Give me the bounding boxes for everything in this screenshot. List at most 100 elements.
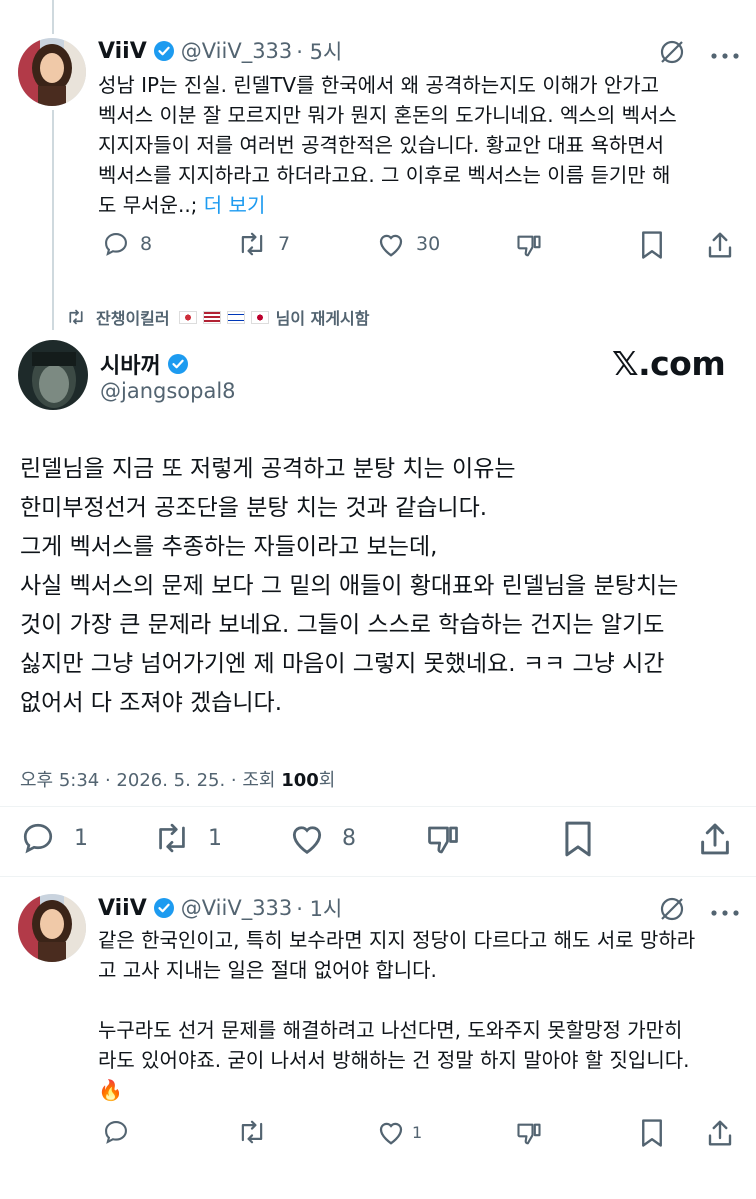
- repost-banner[interactable]: 잔챙이킬러 님이 재게시함: [66, 305, 370, 329]
- heart-icon: [379, 234, 403, 257]
- author-name[interactable]: ViiV: [98, 39, 147, 64]
- repost-icon: [241, 232, 263, 256]
- tweet-line: 사실 벡서스의 문제 보다 그 밑의 애들이 황대표와 린델님을 분탕치는: [20, 573, 679, 599]
- tweet-line: 그게 벡서스를 추종하는 자들이라고 보는데,: [20, 534, 438, 560]
- dislike-button[interactable]: [424, 822, 462, 858]
- like-count: 1: [412, 1122, 423, 1142]
- more-options-icon[interactable]: [710, 903, 740, 922]
- tweet-body: 같은 한국인이고, 특히 보수라면 지지 정당이 다르다고 해도 서로 망하라 …: [98, 925, 748, 1105]
- tweet-line: 성남 IP는 진실. 린델TV를 한국에서 왜 공격하는지도 이해가 안가고: [98, 73, 660, 97]
- share-icon: [701, 823, 729, 855]
- repost-icon: [241, 1120, 263, 1144]
- reply-button[interactable]: 1: [20, 820, 88, 856]
- post-time[interactable]: · 1시: [296, 893, 342, 923]
- reply-count: 1: [74, 825, 88, 851]
- avatar[interactable]: [18, 38, 86, 106]
- thumbs-down-icon: [428, 826, 458, 854]
- dislike-button[interactable]: [514, 232, 544, 260]
- bookmark-icon: [642, 231, 662, 259]
- bookmark-icon: [565, 821, 591, 857]
- heart-icon: [379, 1122, 403, 1145]
- reply-count: 8: [140, 233, 153, 255]
- repost-small-icon: [69, 309, 83, 325]
- tweet-line: 린델님을 지금 또 저렇게 공격하고 분탕 치는 이유는: [20, 456, 516, 482]
- tweet-author-row: ViiV @ViiV_333 · 1시: [98, 893, 342, 923]
- thumbs-down-icon: [517, 235, 541, 257]
- thread-line: [52, 110, 54, 330]
- divider: [0, 806, 756, 807]
- divider: [0, 876, 756, 877]
- tweet-line: [98, 985, 748, 1015]
- repost-button[interactable]: 7: [236, 230, 290, 258]
- avatar[interactable]: [18, 340, 88, 410]
- repost-button[interactable]: 1: [152, 820, 222, 856]
- author-handle[interactable]: @ViiV_333: [181, 39, 293, 63]
- reply-icon: [105, 233, 127, 256]
- reply-icon: [23, 823, 53, 854]
- author-handle[interactable]: @jangsopal8: [100, 379, 236, 403]
- tweet-line: 누구라도 선거 문제를 해결하려고 나선다면, 도와주지 못할망정 가만히: [98, 1018, 683, 1042]
- avatar[interactable]: [18, 894, 86, 962]
- thumbs-down-icon: [517, 1123, 541, 1145]
- reply-button[interactable]: 8: [102, 230, 152, 258]
- like-count: 30: [416, 233, 441, 255]
- x-com-logo: 𝕏.com: [612, 344, 726, 383]
- tweet-body: 린델님을 지금 또 저렇게 공격하고 분탕 치는 이유는 한미부정선거 공조단을…: [20, 450, 750, 723]
- heart-icon: [292, 826, 322, 854]
- tweet-line: 싫지만 그냥 넘어가기엔 제 마음이 그렇지 못했네요. ㅋㅋ 그냥 시간: [20, 651, 665, 677]
- verified-badge-icon: [153, 40, 175, 62]
- tweet-line: 한미부정선거 공조단을 분탕 치는 것과 같습니다.: [20, 495, 488, 521]
- tweet-line: 도 무서운..;: [98, 193, 198, 217]
- repost-count: 1: [208, 825, 222, 851]
- repost-count: 7: [278, 233, 291, 255]
- tweet-line: 고 고사 지내는 일은 절대 없어야 합니다.: [98, 958, 437, 982]
- author-handle[interactable]: @ViiV_333: [181, 896, 293, 920]
- verified-badge-icon: [167, 353, 189, 375]
- bookmark-button[interactable]: [639, 1118, 665, 1148]
- flag-usa-icon: [202, 310, 221, 324]
- repost-suffix: 님이 재게시함: [275, 309, 370, 328]
- reply-icon: [105, 1121, 127, 1144]
- share-button[interactable]: [706, 230, 734, 260]
- like-button[interactable]: 30: [376, 230, 440, 258]
- reply-button[interactable]: [102, 1118, 130, 1146]
- repost-button[interactable]: [236, 1118, 268, 1146]
- like-button[interactable]: 8: [288, 820, 356, 856]
- author-name[interactable]: 시바꺼: [100, 348, 161, 380]
- dislike-button[interactable]: [514, 1120, 544, 1148]
- post-meta: 오후 5:34 · 2026. 5. 25. · 조회 100회: [20, 766, 335, 792]
- repost-user[interactable]: 잔챙이킬러: [96, 305, 170, 329]
- verified-badge-icon: [153, 897, 175, 919]
- post-time[interactable]: · 5시: [296, 36, 342, 66]
- tweet-line: 지지자들이 저를 여러번 공격한적은 있습니다. 황교안 대표 욕하면서: [98, 133, 665, 157]
- tweet-line: 벡서스를 지지하라고 하더라고요. 그 이후로 벡서스는 이름 듣기만 해: [98, 163, 671, 187]
- share-icon: [708, 1120, 732, 1146]
- like-count: 8: [342, 825, 356, 851]
- view-count: 100: [281, 770, 319, 791]
- tweet-line: 없어서 다 조져야 겠습니다.: [20, 690, 283, 716]
- grok-icon[interactable]: [658, 895, 686, 927]
- thread-line: [52, 0, 54, 34]
- post-timestamp[interactable]: 오후 5:34 · 2026. 5. 25. · 조회: [20, 770, 281, 791]
- tweet-line: 라도 있어야죠. 굳이 나서서 방해하는 건 정말 하지 말아야 할 짓입니다.: [98, 1048, 690, 1072]
- repost-icon: [159, 823, 185, 853]
- tweet-line: 것이 가장 큰 문제라 보네요. 그들이 스스로 학습하는 건지는 알기도: [20, 612, 665, 638]
- grok-icon[interactable]: [658, 38, 686, 70]
- flag-japan-icon: [250, 310, 269, 324]
- tweet-line: 벡서스 이분 잘 모르지만 뭐가 뭔지 혼돈의 도가니네요. 엑스의 벡서스: [98, 103, 677, 127]
- show-more-link[interactable]: 더 보기: [204, 193, 266, 217]
- share-button[interactable]: [698, 820, 732, 858]
- more-options-icon[interactable]: [710, 46, 740, 65]
- fire-emoji: 🔥: [98, 1078, 123, 1102]
- bookmark-button[interactable]: [639, 230, 665, 260]
- bookmark-button[interactable]: [562, 820, 594, 858]
- share-button[interactable]: [706, 1118, 734, 1148]
- author-name[interactable]: ViiV: [98, 896, 147, 921]
- tweet-author-row: ViiV @ViiV_333 · 5시: [98, 36, 342, 66]
- flag-israel-icon: [226, 310, 245, 324]
- share-icon: [708, 232, 732, 258]
- tweet-line: 같은 한국인이고, 특히 보수라면 지지 정당이 다르다고 해도 서로 망하라: [98, 928, 696, 952]
- tweet-body: 성남 IP는 진실. 린델TV를 한국에서 왜 공격하는지도 이해가 안가고 벡…: [98, 70, 748, 220]
- bookmark-icon: [642, 1119, 662, 1147]
- like-button[interactable]: 1: [376, 1118, 422, 1146]
